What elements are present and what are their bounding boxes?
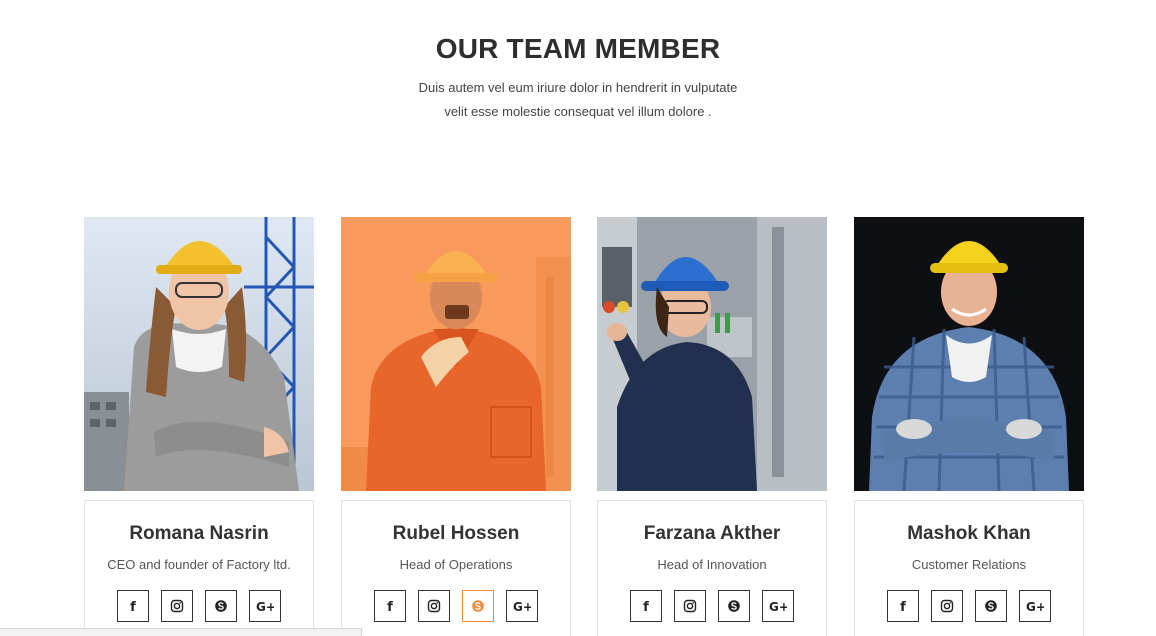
member-info: Mashok Khan Customer Relations f G+ <box>854 500 1084 636</box>
facebook-icon[interactable]: f <box>374 590 406 622</box>
member-name: Romana Nasrin <box>129 523 269 544</box>
svg-text:G+: G+ <box>513 600 531 613</box>
instagram-icon[interactable] <box>674 590 706 622</box>
social-links: f G+ <box>598 590 826 622</box>
svg-text:G+: G+ <box>256 600 274 613</box>
skype-icon[interactable] <box>205 590 237 622</box>
member-name: Mashok Khan <box>907 523 1031 544</box>
team-card: Romana Nasrin CEO and founder of Factory… <box>84 217 314 636</box>
team-card: Mashok Khan Customer Relations f G+ <box>854 217 1084 636</box>
member-info: Rubel Hossen Head of Operations f G+ <box>341 500 571 636</box>
svg-text:f: f <box>130 600 136 613</box>
skype-icon[interactable] <box>975 590 1007 622</box>
member-photo <box>341 217 571 491</box>
svg-text:f: f <box>900 600 906 613</box>
instagram-icon[interactable] <box>161 590 193 622</box>
facebook-icon[interactable]: f <box>887 590 919 622</box>
member-name: Farzana Akther <box>643 523 781 544</box>
member-role: CEO and founder of Factory ltd. <box>107 557 291 572</box>
skype-icon[interactable] <box>462 590 494 622</box>
facebook-icon[interactable]: f <box>117 590 149 622</box>
google-plus-icon[interactable]: G+ <box>249 590 281 622</box>
member-photo <box>84 217 314 491</box>
section-subtitle: Duis autem vel eum iriure dolor in hendr… <box>0 76 1156 124</box>
member-photo <box>597 217 827 491</box>
browser-status-bar <box>0 628 362 636</box>
instagram-icon[interactable] <box>418 590 450 622</box>
instagram-icon[interactable] <box>931 590 963 622</box>
section-title: OUR TEAM MEMBER <box>435 33 721 64</box>
member-photo <box>854 217 1084 491</box>
team-card: Farzana Akther Head of Innovation f G+ <box>597 217 827 636</box>
social-links: f G+ <box>342 590 570 622</box>
svg-text:f: f <box>643 600 649 613</box>
member-role: Head of Operations <box>399 557 513 572</box>
google-plus-icon[interactable]: G+ <box>506 590 538 622</box>
google-plus-icon[interactable]: G+ <box>762 590 794 622</box>
social-links: f G+ <box>855 590 1083 622</box>
facebook-icon[interactable]: f <box>630 590 662 622</box>
svg-text:f: f <box>387 600 393 613</box>
social-links: f G+ <box>85 590 313 622</box>
member-role: Customer Relations <box>911 557 1027 572</box>
subtitle-line-1: Duis autem vel eum iriure dolor in hendr… <box>418 80 738 95</box>
svg-text:G+: G+ <box>1026 600 1044 613</box>
team-card: Rubel Hossen Head of Operations f G+ <box>341 217 571 636</box>
skype-icon[interactable] <box>718 590 750 622</box>
member-info: Farzana Akther Head of Innovation f G+ <box>597 500 827 636</box>
google-plus-icon[interactable]: G+ <box>1019 590 1051 622</box>
member-info: Romana Nasrin CEO and founder of Factory… <box>84 500 314 636</box>
subtitle-line-2: velit esse molestie consequat vel illum … <box>444 104 712 119</box>
svg-text:G+: G+ <box>769 600 787 613</box>
member-name: Rubel Hossen <box>392 523 520 544</box>
member-role: Head of Innovation <box>657 557 767 572</box>
